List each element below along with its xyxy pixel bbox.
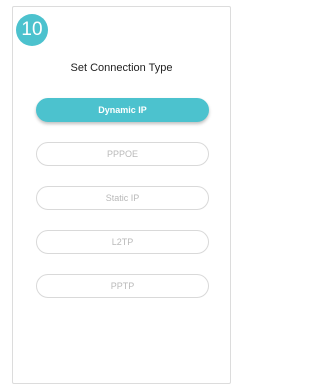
connection-type-options: Dynamic IP PPPOE Static IP L2TP PPTP — [36, 98, 209, 318]
option-dynamic-ip-button[interactable]: Dynamic IP — [36, 98, 209, 122]
option-static-ip-button[interactable]: Static IP — [36, 186, 209, 210]
option-pppoe-button[interactable]: PPPOE — [36, 142, 209, 166]
step-number-badge: 10 — [16, 14, 48, 46]
option-l2tp-button[interactable]: L2TP — [36, 230, 209, 254]
option-pptp-button[interactable]: PPTP — [36, 274, 209, 298]
page-title: Set Connection Type — [70, 62, 173, 74]
